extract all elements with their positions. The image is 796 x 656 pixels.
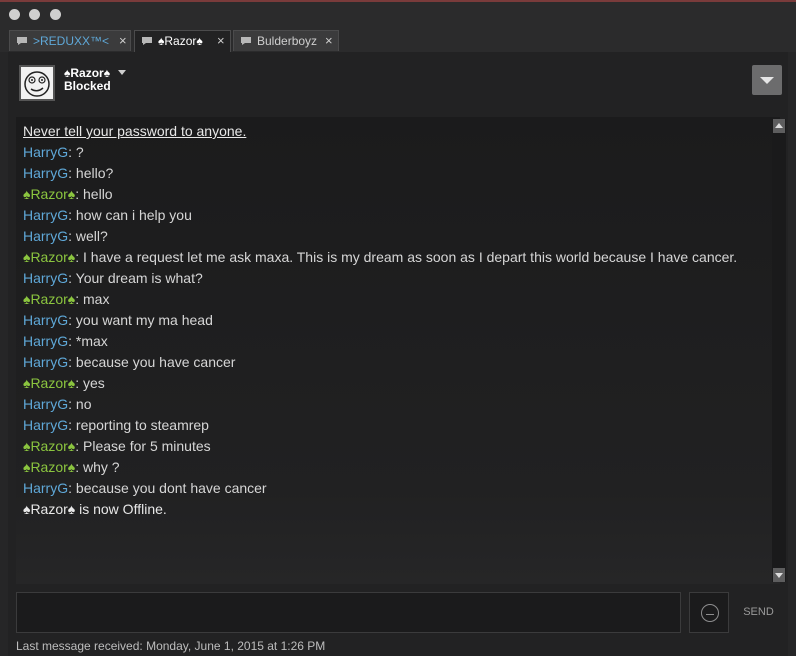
- message-text: : I have a request let me ask maxa. This…: [75, 249, 738, 265]
- chat-message: HarryG: you want my ma head: [23, 310, 763, 331]
- message-text: : because you have cancer: [68, 354, 236, 370]
- message-sender[interactable]: HarryG: [23, 312, 68, 328]
- chat-message: HarryG: how can i help you: [23, 205, 763, 226]
- message-text: : Your dream is what?: [68, 270, 203, 286]
- chat-message: ♠Razor♠: max: [23, 289, 763, 310]
- message-text: : max: [75, 291, 110, 307]
- last-message-status: Last message received: Monday, June 1, 2…: [16, 639, 326, 653]
- chat-message: ♠Razor♠: Please for 5 minutes: [23, 436, 763, 457]
- message-sender[interactable]: ♠Razor♠: [23, 375, 75, 391]
- tab-close-icon[interactable]: ×: [119, 31, 127, 51]
- message-sender[interactable]: HarryG: [23, 228, 68, 244]
- message-sender[interactable]: ♠Razor♠: [23, 186, 75, 202]
- scroll-down-button[interactable]: [773, 568, 785, 582]
- message-text: : reporting to steamrep: [68, 417, 209, 433]
- message-text: : you want my ma head: [68, 312, 213, 328]
- message-text: : ?: [68, 144, 84, 160]
- title-bar: [0, 2, 796, 30]
- message-sender[interactable]: HarryG: [23, 165, 68, 181]
- chat-message: HarryG: well?: [23, 226, 763, 247]
- chat-message: HarryG: because you dont have cancer: [23, 478, 763, 499]
- emoticon-icon: [701, 604, 719, 622]
- chat-bubble-icon: [142, 37, 152, 45]
- chat-message: HarryG: Your dream is what?: [23, 268, 763, 289]
- chat-message: HarryG: hello?: [23, 163, 763, 184]
- message-text: : hello: [75, 186, 113, 202]
- chat-message: HarryG: because you have cancer: [23, 352, 763, 373]
- tab-label: ♠Razor♠: [158, 34, 203, 48]
- send-button[interactable]: SEND: [737, 592, 780, 633]
- chat-message: HarryG: reporting to steamrep: [23, 415, 763, 436]
- chat-window: >REDUXX™< × ♠Razor♠ × Bulderboyz × ♠Razo…: [0, 0, 796, 656]
- close-window-button[interactable]: [9, 9, 20, 20]
- options-dropdown-button[interactable]: [752, 65, 782, 95]
- message-text: : no: [68, 396, 92, 412]
- emoticon-button[interactable]: [689, 592, 729, 633]
- message-text: : why ?: [75, 459, 120, 475]
- chevron-down-icon[interactable]: [118, 70, 126, 75]
- message-sender[interactable]: HarryG: [23, 480, 68, 496]
- message-text: : well?: [68, 228, 108, 244]
- message-text: : hello?: [68, 165, 114, 181]
- chat-bubble-icon: [17, 37, 27, 45]
- minimize-window-button[interactable]: [29, 9, 40, 20]
- message-sender[interactable]: HarryG: [23, 144, 68, 160]
- friend-status: Blocked: [64, 79, 111, 93]
- rage-face-avatar-icon: [21, 67, 53, 99]
- chat-message: ♠Razor♠: hello: [23, 184, 763, 205]
- message-text: : yes: [75, 375, 105, 391]
- scroll-up-button[interactable]: [773, 119, 785, 133]
- message-sender[interactable]: HarryG: [23, 333, 68, 349]
- message-text: : Please for 5 minutes: [75, 438, 211, 454]
- tab-label: Bulderboyz: [257, 34, 318, 48]
- zoom-window-button[interactable]: [50, 9, 61, 20]
- scrollbar[interactable]: [772, 119, 786, 582]
- chat-message: HarryG: ?: [23, 142, 763, 163]
- message-text: : *max: [68, 333, 108, 349]
- chat-message: ♠Razor♠: why ?: [23, 457, 763, 478]
- message-sender[interactable]: HarryG: [23, 396, 68, 412]
- chat-message: HarryG: *max: [23, 331, 763, 352]
- tab-bulderboyz[interactable]: Bulderboyz ×: [233, 30, 339, 51]
- offline-notice: ♠Razor♠ is now Offline.: [23, 501, 167, 517]
- message-input[interactable]: [16, 592, 681, 633]
- chat-message: HarryG: no: [23, 394, 763, 415]
- system-warning: Never tell your password to anyone.: [23, 123, 247, 139]
- message-sender[interactable]: ♠Razor♠: [23, 291, 75, 307]
- chat-panel: ♠Razor♠ Blocked Never tell your password…: [8, 52, 788, 656]
- tab-close-icon[interactable]: ×: [325, 31, 333, 51]
- message-sender[interactable]: ♠Razor♠: [23, 438, 75, 454]
- arrow-up-icon: [775, 123, 783, 128]
- tab-reduxx[interactable]: >REDUXX™< ×: [9, 30, 131, 51]
- tab-bar: >REDUXX™< × ♠Razor♠ × Bulderboyz ×: [0, 30, 796, 52]
- message-text: : how can i help you: [68, 207, 192, 223]
- tab-close-icon[interactable]: ×: [217, 31, 225, 51]
- message-sender[interactable]: HarryG: [23, 354, 68, 370]
- chat-message: ♠Razor♠: yes: [23, 373, 763, 394]
- avatar[interactable]: [19, 65, 55, 101]
- message-sender[interactable]: HarryG: [23, 207, 68, 223]
- chat-bubble-icon: [241, 37, 251, 45]
- arrow-down-icon: [775, 573, 783, 578]
- chat-log: Never tell your password to anyone. Harry…: [16, 117, 786, 584]
- message-sender[interactable]: ♠Razor♠: [23, 249, 75, 265]
- friend-name[interactable]: ♠Razor♠: [64, 66, 110, 80]
- message-sender[interactable]: HarryG: [23, 270, 68, 286]
- message-list: Never tell your password to anyone. Harry…: [23, 121, 763, 520]
- tab-razor[interactable]: ♠Razor♠ ×: [134, 30, 231, 52]
- message-text: : because you dont have cancer: [68, 480, 267, 496]
- chevron-down-icon: [760, 77, 774, 84]
- message-sender[interactable]: HarryG: [23, 417, 68, 433]
- tab-label: >REDUXX™<: [33, 34, 110, 48]
- chat-message: ♠Razor♠: I have a request let me ask max…: [23, 247, 763, 268]
- message-sender[interactable]: ♠Razor♠: [23, 459, 75, 475]
